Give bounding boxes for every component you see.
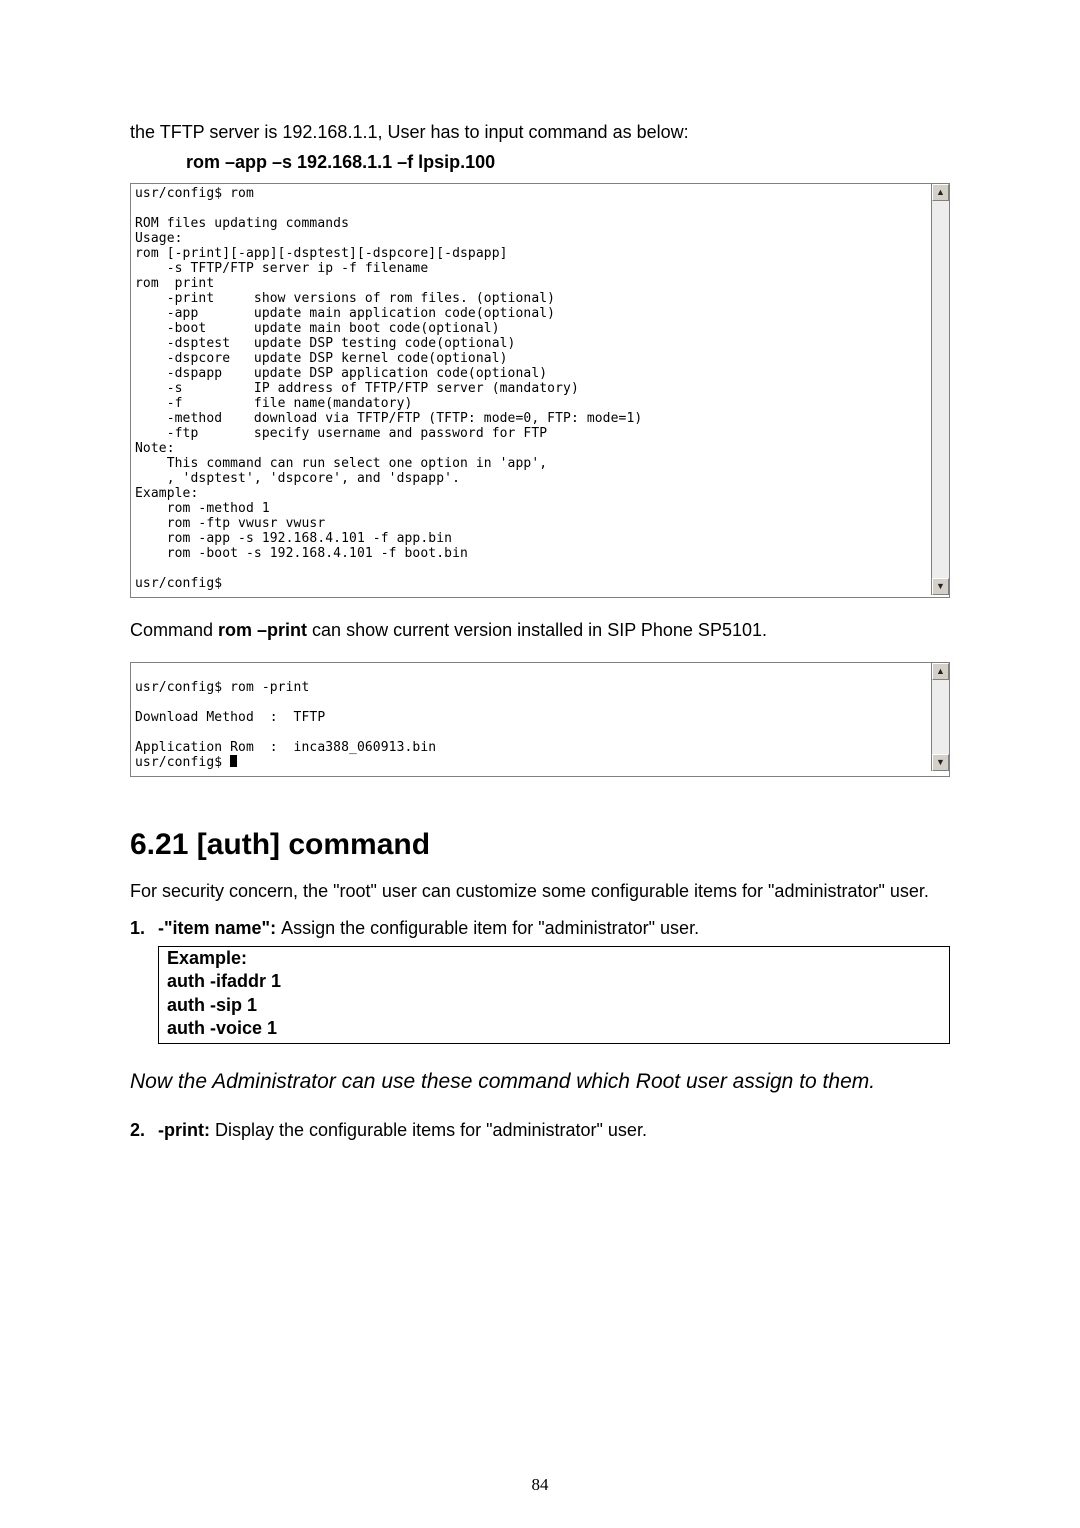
arrow-up-icon: ▲	[936, 667, 945, 676]
italic-note: Now the Administrator can use these comm…	[130, 1068, 950, 1096]
list-number: 1.	[130, 916, 158, 940]
terminal-output: usr/config$ rom -print Download Method :…	[131, 663, 931, 776]
scrollbar[interactable]: ▲ ▼	[931, 663, 949, 771]
scroll-track[interactable]	[932, 201, 949, 578]
list-head: -print:	[158, 1120, 215, 1140]
list-body: Display the configurable items for "admi…	[215, 1120, 647, 1140]
para2-post: can show current version installed in SI…	[307, 620, 767, 640]
auth-intro-paragraph: For security concern, the "root" user ca…	[130, 879, 950, 903]
rom-print-paragraph: Command rom –print can show current vers…	[130, 618, 950, 642]
scroll-down-button[interactable]: ▼	[932, 754, 949, 771]
para2-pre: Command	[130, 620, 218, 640]
arrow-down-icon: ▼	[936, 582, 945, 591]
document-page: the TFTP server is 192.168.1.1, User has…	[0, 0, 1080, 1178]
scrollbar[interactable]: ▲ ▼	[931, 184, 949, 595]
intro-paragraph: the TFTP server is 192.168.1.1, User has…	[130, 120, 950, 144]
scroll-down-button[interactable]: ▼	[932, 578, 949, 595]
arrow-up-icon: ▲	[936, 188, 945, 197]
list-head: -"item name":	[158, 918, 281, 938]
page-number: 84	[0, 1475, 1080, 1495]
example-line2: auth -sip 1	[167, 994, 941, 1017]
scroll-up-button[interactable]: ▲	[932, 663, 949, 680]
arrow-down-icon: ▼	[936, 758, 945, 767]
terminal-window-print: usr/config$ rom -print Download Method :…	[130, 662, 950, 777]
command-example-text: rom –app –s 192.168.1.1 –f lpsip.100	[186, 150, 950, 174]
list-item-2: 2.-print: Display the configurable items…	[130, 1118, 950, 1142]
example-box: Example: auth -ifaddr 1 auth -sip 1 auth…	[158, 946, 950, 1044]
list-number: 2.	[130, 1118, 158, 1142]
terminal-output: usr/config$ rom ROM files updating comma…	[131, 184, 931, 597]
example-line3: auth -voice 1	[167, 1017, 941, 1040]
terminal-window-rom: usr/config$ rom ROM files updating comma…	[130, 183, 950, 598]
terminal-cursor	[230, 755, 237, 767]
scroll-up-button[interactable]: ▲	[932, 184, 949, 201]
example-line1: auth -ifaddr 1	[167, 970, 941, 993]
list-item-1: 1.-"item name": Assign the configurable …	[130, 916, 950, 940]
list-body: Assign the configurable item for "admini…	[281, 918, 699, 938]
scroll-track[interactable]	[932, 680, 949, 754]
para2-bold: rom –print	[218, 620, 307, 640]
example-title: Example:	[167, 947, 941, 970]
section-heading: 6.21 [auth] command	[130, 825, 950, 866]
